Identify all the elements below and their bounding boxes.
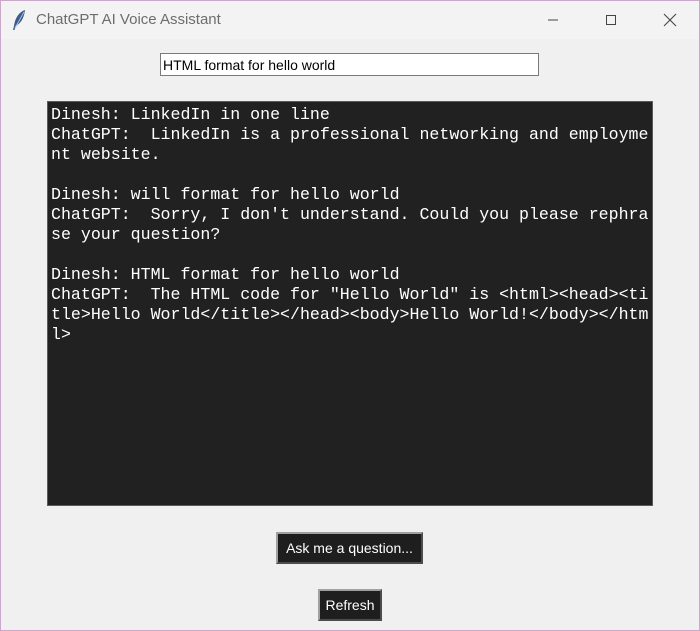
window-title: ChatGPT AI Voice Assistant — [36, 11, 221, 28]
feather-icon — [11, 9, 29, 31]
chat-line: tle>Hello World</title></head><body>Hell… — [51, 305, 649, 324]
ask-question-button[interactable]: Ask me a question... — [276, 532, 423, 564]
question-input[interactable] — [160, 53, 539, 76]
chat-line: ChatGPT: The HTML code for "Hello World"… — [51, 285, 649, 304]
maximize-button[interactable] — [582, 1, 640, 39]
chat-line: Dinesh: LinkedIn in one line — [51, 105, 330, 124]
chat-line: se your question? — [51, 225, 221, 244]
chat-line: nt website. — [51, 145, 161, 164]
title-bar[interactable]: ChatGPT AI Voice Assistant — [1, 1, 699, 39]
chat-line: Dinesh: HTML format for hello world — [51, 265, 400, 284]
close-button[interactable] — [641, 1, 699, 39]
maximize-icon — [606, 15, 616, 25]
chat-line: ​ — [51, 245, 650, 265]
chat-line: ​ — [51, 165, 650, 185]
minimize-icon — [548, 19, 558, 21]
close-icon — [663, 13, 677, 27]
chat-line: Dinesh: will format for hello world — [51, 185, 400, 204]
refresh-button[interactable]: Refresh — [318, 589, 382, 621]
app-window: ChatGPT AI Voice Assistant Dinesh: Linke… — [0, 0, 700, 631]
minimize-button[interactable] — [524, 1, 582, 39]
chat-line: ChatGPT: LinkedIn is a professional netw… — [51, 125, 649, 144]
chat-transcript[interactable]: Dinesh: LinkedIn in one line ChatGPT: Lin… — [47, 101, 653, 506]
chat-line: l> — [51, 325, 71, 344]
chat-line: ChatGPT: Sorry, I don't understand. Coul… — [51, 205, 649, 224]
